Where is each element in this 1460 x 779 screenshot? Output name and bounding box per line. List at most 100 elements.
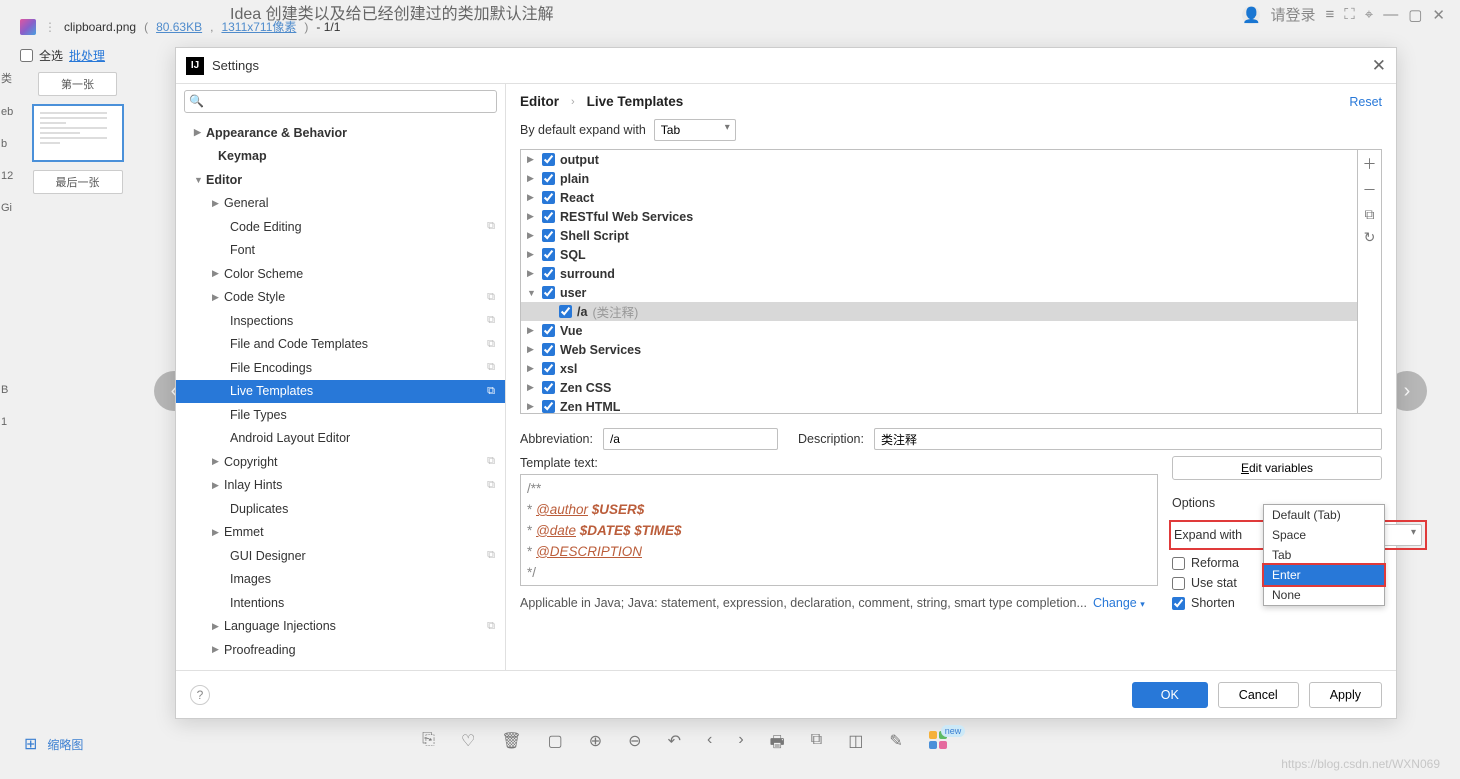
settings-tree-item[interactable]: Live Templates⧉ [176,380,505,404]
template-group-item[interactable]: user [521,283,1357,302]
settings-tree-item[interactable]: Duplicates [176,497,505,521]
template-group-item[interactable]: Vue [521,321,1357,340]
template-group-item[interactable]: Shell Script [521,226,1357,245]
page-thumbnail[interactable] [32,104,124,162]
settings-tree-item[interactable]: Color Scheme [176,262,505,286]
revert-template-icon[interactable]: ↻ [1364,229,1376,246]
settings-tree-item[interactable]: Code Style⧉ [176,286,505,310]
reset-link[interactable]: Reset [1349,95,1382,109]
group-checkbox[interactable] [542,248,555,261]
settings-tree-item[interactable]: Emmet [176,521,505,545]
settings-tree-item[interactable]: File and Code Templates⧉ [176,333,505,357]
close-window-icon[interactable]: ✕ [1432,6,1445,24]
settings-tree-item[interactable]: Inlay Hints⧉ [176,474,505,498]
actual-size-icon[interactable]: ▢ [548,731,563,758]
group-checkbox[interactable] [542,210,555,223]
group-checkbox[interactable] [542,153,555,166]
settings-tree-item[interactable]: Images [176,568,505,592]
rotate-left-icon[interactable]: ↶ [668,731,681,758]
group-checkbox[interactable] [542,400,555,413]
next-icon[interactable]: › [738,731,743,758]
template-checkbox[interactable] [559,305,572,318]
dialog-close-icon[interactable]: ✕ [1372,56,1386,76]
zoom-out-icon[interactable]: ⊖ [628,731,641,758]
settings-tree-item[interactable]: File Types [176,403,505,427]
template-group-item[interactable]: output [521,150,1357,169]
minimize-icon[interactable]: — [1383,6,1398,23]
copy-icon[interactable]: ⧉ [811,731,822,758]
settings-tree-item[interactable]: Keymap [176,145,505,169]
batch-link[interactable]: 批处理 [69,47,105,64]
group-checkbox[interactable] [542,324,555,337]
settings-tree-item[interactable]: File Encodings⧉ [176,356,505,380]
group-checkbox[interactable] [542,191,555,204]
print-icon[interactable]: 🖶 [770,731,785,758]
abbreviation-input[interactable] [603,428,778,450]
copy-template-icon[interactable]: ⧉ [1365,206,1375,223]
settings-tree-item[interactable]: Code Editing⧉ [176,215,505,239]
template-group-item[interactable]: Zen HTML [521,397,1357,414]
settings-tree-item[interactable]: Android Layout Editor [176,427,505,451]
group-checkbox[interactable] [542,286,555,299]
settings-tree-item[interactable]: Inspections⧉ [176,309,505,333]
avatar-icon[interactable]: 👤 [1242,6,1260,24]
template-group-item[interactable]: xsl [521,359,1357,378]
template-item[interactable]: /a (类注释) [521,302,1357,321]
select-all-checkbox[interactable] [20,49,33,62]
maximize-icon[interactable]: ▢ [1408,6,1422,24]
expand-option[interactable]: Default (Tab) [1264,505,1384,525]
template-group-item[interactable]: Zen CSS [521,378,1357,397]
expand-option[interactable]: None [1264,585,1384,605]
edit-variables-button[interactable]: Edit variables [1172,456,1382,480]
login-link[interactable]: 请登录 [1270,4,1315,25]
description-input[interactable] [874,428,1382,450]
shorten-fqn-checkbox[interactable] [1172,597,1185,610]
trash-icon[interactable]: 🗑 [501,731,521,758]
add-template-icon[interactable]: ＋ [1363,154,1377,174]
settings-tree-item[interactable]: Font [176,239,505,263]
settings-tree-item[interactable]: GUI Designer⧉ [176,544,505,568]
ok-button[interactable]: OK [1132,682,1208,708]
settings-search-input[interactable] [184,90,497,113]
menu-icon[interactable]: ≡ [1326,6,1335,23]
thumbnail-view-icon[interactable]: ⊞ [24,734,37,754]
group-checkbox[interactable] [542,362,555,375]
group-checkbox[interactable] [542,229,555,242]
template-group-item[interactable]: surround [521,264,1357,283]
template-group-item[interactable]: Web Services [521,340,1357,359]
template-group-item[interactable]: React [521,188,1357,207]
group-checkbox[interactable] [542,267,555,280]
settings-tree-item[interactable]: General [176,192,505,216]
template-groups-list[interactable]: outputplainReactRESTful Web ServicesShel… [520,149,1358,414]
fullscreen-icon[interactable]: ⛶ [1344,6,1355,23]
heart-icon[interactable]: ♡ [461,731,475,758]
edit-icon[interactable]: ✎ [889,731,902,758]
zoom-in-icon[interactable]: ⊕ [589,731,602,758]
expand-option[interactable]: Tab [1264,545,1384,565]
settings-tree-item[interactable]: Proofreading [176,638,505,662]
thumbnail-view-label[interactable]: 缩略图 [47,736,83,753]
change-context-link[interactable]: Change ▾ [1093,596,1145,610]
apply-button[interactable]: Apply [1309,682,1382,708]
group-checkbox[interactable] [542,172,555,185]
help-icon[interactable]: ? [190,685,210,705]
remove-template-icon[interactable]: － [1363,180,1377,200]
template-group-item[interactable]: SQL [521,245,1357,264]
save-icon[interactable]: ⎘ [422,731,435,758]
template-group-item[interactable]: plain [521,169,1357,188]
settings-tree-item[interactable]: Copyright⧉ [176,450,505,474]
group-checkbox[interactable] [542,343,555,356]
default-expand-select[interactable]: Tab [654,119,736,141]
group-checkbox[interactable] [542,381,555,394]
pin-icon[interactable]: ⌖ [1365,6,1373,23]
crop-icon[interactable]: ◫ [848,731,863,758]
expand-option[interactable]: Enter [1264,565,1384,585]
reformat-checkbox[interactable] [1172,557,1185,570]
settings-tree-scroll[interactable]: Appearance & BehaviorKeymapEditorGeneral… [176,119,505,670]
settings-tree-item[interactable]: Appearance & Behavior [176,121,505,145]
template-group-item[interactable]: RESTful Web Services [521,207,1357,226]
settings-tree-item[interactable]: Language Injections⧉ [176,615,505,639]
settings-tree-item[interactable]: Editor [176,168,505,192]
expand-option[interactable]: Space [1264,525,1384,545]
settings-tree-item[interactable]: Intentions [176,591,505,615]
